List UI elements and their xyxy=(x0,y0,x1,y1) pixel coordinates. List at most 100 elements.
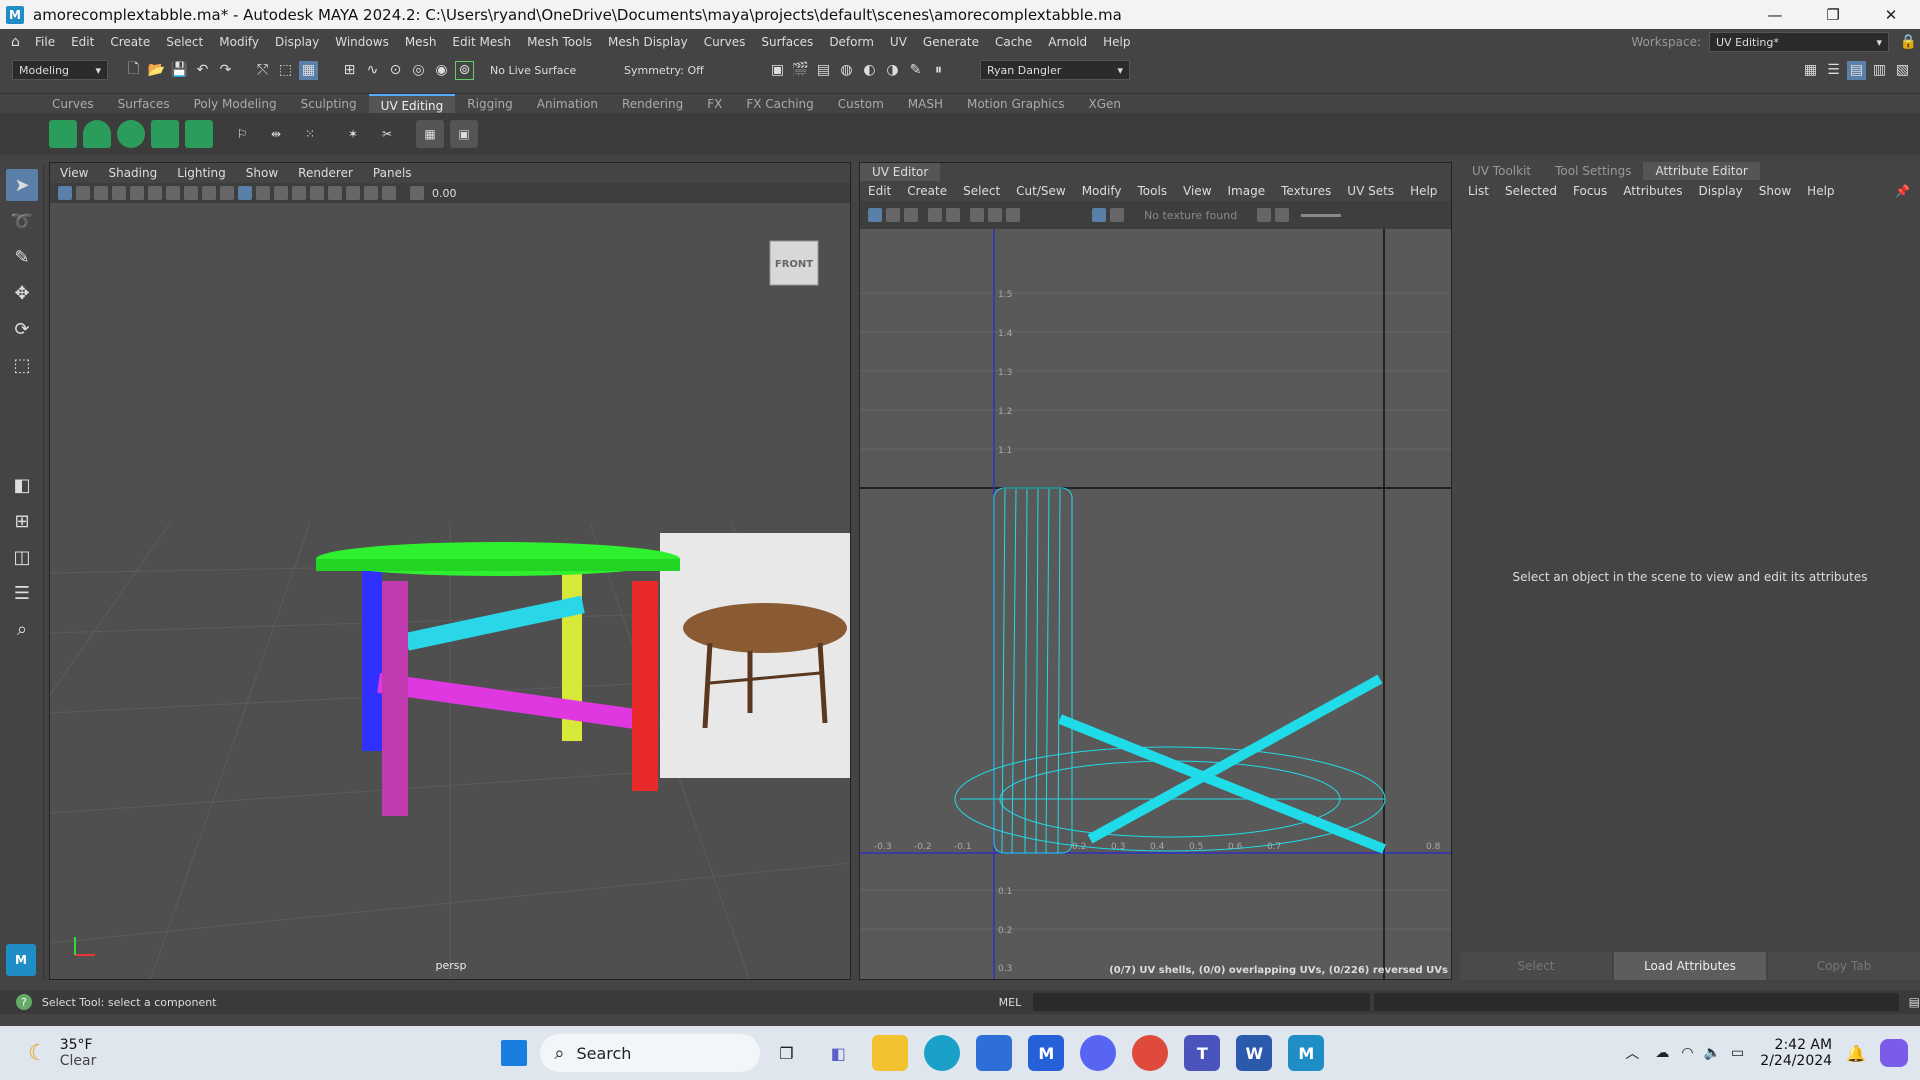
uv-menu-image[interactable]: Image xyxy=(1220,184,1274,198)
menu-arnold[interactable]: Arnold xyxy=(1040,35,1095,49)
select-hierarchy-icon[interactable]: ⤲ xyxy=(253,61,272,80)
attr-menu-selected[interactable]: Selected xyxy=(1497,184,1565,198)
user-account-dropdown[interactable]: Ryan Dangler ▾ xyxy=(980,60,1130,80)
render-view-icon[interactable]: ▣ xyxy=(768,61,787,80)
tab-attribute-editor[interactable]: Attribute Editor xyxy=(1643,162,1760,180)
select-object-icon[interactable]: ⬚ xyxy=(276,61,295,80)
file-explorer-icon[interactable] xyxy=(872,1035,909,1071)
uv-checkered-icon[interactable] xyxy=(1110,208,1124,222)
uv-menu-modify[interactable]: Modify xyxy=(1074,184,1130,198)
clock[interactable]: 2:42 AM 2/24/2024 xyxy=(1760,1037,1832,1069)
exposure-icon[interactable] xyxy=(410,186,424,200)
shelf-tab-xgen[interactable]: XGen xyxy=(1076,94,1133,114)
search-icon[interactable]: ⌕ xyxy=(6,613,38,645)
image-plane-icon[interactable] xyxy=(94,186,108,200)
menu-select[interactable]: Select xyxy=(158,35,211,49)
move-tool-icon[interactable]: ✥ xyxy=(6,277,38,309)
uv-snapshot-icon[interactable]: ▣ xyxy=(450,120,478,148)
uv-menu-edit[interactable]: Edit xyxy=(860,184,899,198)
uv-exposure-slider[interactable] xyxy=(1301,213,1342,217)
uv-menu-uv-sets[interactable]: UV Sets xyxy=(1339,184,1402,198)
shelf-tab-uv-editing[interactable]: UV Editing xyxy=(368,93,456,114)
redo-icon[interactable]: ↷ xyxy=(216,61,235,80)
anti-aliasing-icon[interactable] xyxy=(346,186,360,200)
uv-gamma-icon[interactable] xyxy=(1275,208,1290,222)
attr-menu-display[interactable]: Display xyxy=(1691,184,1751,198)
shelf-tab-motion-graphics[interactable]: Motion Graphics xyxy=(955,94,1077,114)
sew-uv-icon[interactable]: ✂ xyxy=(373,120,401,148)
uv-distortion-icon[interactable] xyxy=(946,208,960,222)
camera-attributes-icon[interactable] xyxy=(58,186,72,200)
select-tool-icon[interactable]: ➤ xyxy=(6,169,38,201)
snap-point-icon[interactable]: ⊙ xyxy=(386,61,405,80)
resolution-gate-icon[interactable] xyxy=(148,186,162,200)
gate-mask-icon[interactable] xyxy=(166,186,180,200)
store-icon[interactable] xyxy=(976,1035,1013,1071)
uv-menu-create[interactable]: Create xyxy=(899,184,955,198)
menu-curves[interactable]: Curves xyxy=(696,35,754,49)
uv-menu-select[interactable]: Select xyxy=(955,184,1008,198)
snap-grid-icon[interactable]: ⊞ xyxy=(340,61,359,80)
uv-checker-icon[interactable] xyxy=(970,208,984,222)
home-icon[interactable]: ⌂ xyxy=(6,33,25,52)
tool-settings-icon[interactable]: ▥ xyxy=(1870,61,1889,80)
battery-icon[interactable]: ▭ xyxy=(1731,1045,1744,1061)
viewport-menu-shading[interactable]: Shading xyxy=(98,166,167,180)
teams-icon[interactable]: T xyxy=(1184,1035,1221,1071)
windows-start-icon[interactable] xyxy=(496,1035,532,1071)
notification-bell-icon[interactable]: 🔔 xyxy=(1846,1044,1866,1063)
load-attributes-button[interactable]: Load Attributes xyxy=(1614,952,1766,980)
workspace-dropdown[interactable]: UV Editing* ▾ xyxy=(1709,32,1889,52)
modeling-toolkit-icon[interactable]: ▦ xyxy=(1801,61,1820,80)
attr-menu-show[interactable]: Show xyxy=(1751,184,1799,198)
uv-shell-icon[interactable] xyxy=(886,208,900,222)
menu-help[interactable]: Help xyxy=(1095,35,1138,49)
viewport-persp[interactable]: View Shading Lighting Show Renderer Pane… xyxy=(49,162,851,980)
shelf-tab-sculpting[interactable]: Sculpting xyxy=(289,94,369,114)
open-scene-icon[interactable]: 📂 xyxy=(147,61,166,80)
checker-map-icon[interactable]: ▦ xyxy=(416,120,444,148)
shadows-icon[interactable] xyxy=(310,186,324,200)
lock-icon[interactable]: 🔒 xyxy=(1899,33,1918,52)
scale-tool-icon[interactable]: ⬚ xyxy=(6,349,38,381)
viewport-menu-renderer[interactable]: Renderer xyxy=(288,166,363,180)
shelf-tab-surfaces[interactable]: Surfaces xyxy=(106,94,182,114)
copy-tab-button[interactable]: Copy Tab xyxy=(1768,952,1920,980)
save-scene-icon[interactable]: 💾 xyxy=(170,61,189,80)
cylindrical-map-icon[interactable] xyxy=(83,120,111,148)
uv-menu-help[interactable]: Help xyxy=(1402,184,1445,198)
menu-edit-mesh[interactable]: Edit Mesh xyxy=(444,35,519,49)
lasso-tool-icon[interactable]: ➰ xyxy=(6,205,38,237)
smooth-shade-icon[interactable] xyxy=(238,186,252,200)
snap-surface-icon[interactable]: ◉ xyxy=(432,61,451,80)
xray-icon[interactable] xyxy=(382,186,396,200)
shelf-tab-fx-caching[interactable]: FX Caching xyxy=(734,94,825,114)
copilot-icon[interactable] xyxy=(1880,1039,1908,1067)
single-pane-layout-icon[interactable]: ◧ xyxy=(6,469,38,501)
uv-menu-view[interactable]: View xyxy=(1175,184,1219,198)
safe-action-icon[interactable] xyxy=(202,186,216,200)
snap-live-icon[interactable]: ⊚ xyxy=(455,60,474,80)
command-input[interactable] xyxy=(1033,993,1370,1011)
menu-display[interactable]: Display xyxy=(267,35,327,49)
uv-menu-textures[interactable]: Textures xyxy=(1273,184,1339,198)
viewport-menu-show[interactable]: Show xyxy=(236,166,288,180)
shelf-tab-custom[interactable]: Custom xyxy=(826,94,896,114)
shelf-tab-animation[interactable]: Animation xyxy=(525,94,610,114)
exposure-value[interactable]: 0.00 xyxy=(432,187,457,200)
spherical-map-icon[interactable] xyxy=(117,120,145,148)
uv-snapshot-icon[interactable] xyxy=(1006,208,1020,222)
pin-icon[interactable]: 📌 xyxy=(1895,184,1910,198)
menu-generate[interactable]: Generate xyxy=(915,35,987,49)
layout-icon[interactable]: ⇹ xyxy=(262,120,290,148)
pause-icon[interactable]: ⏸ xyxy=(929,61,948,80)
weather-widget[interactable]: 35°F Clear xyxy=(60,1037,97,1069)
menu-mesh-tools[interactable]: Mesh Tools xyxy=(519,35,600,49)
select-button[interactable]: Select xyxy=(1460,952,1612,980)
orient-shells-icon[interactable]: ⁙ xyxy=(296,120,324,148)
automatic-map-icon[interactable] xyxy=(151,120,179,148)
discord-icon[interactable] xyxy=(1080,1035,1117,1071)
wireframe-on-shaded-icon[interactable] xyxy=(256,186,270,200)
two-pane-layout-icon[interactable]: ◫ xyxy=(6,541,38,573)
live-surface-field[interactable]: No Live Surface xyxy=(484,60,594,80)
